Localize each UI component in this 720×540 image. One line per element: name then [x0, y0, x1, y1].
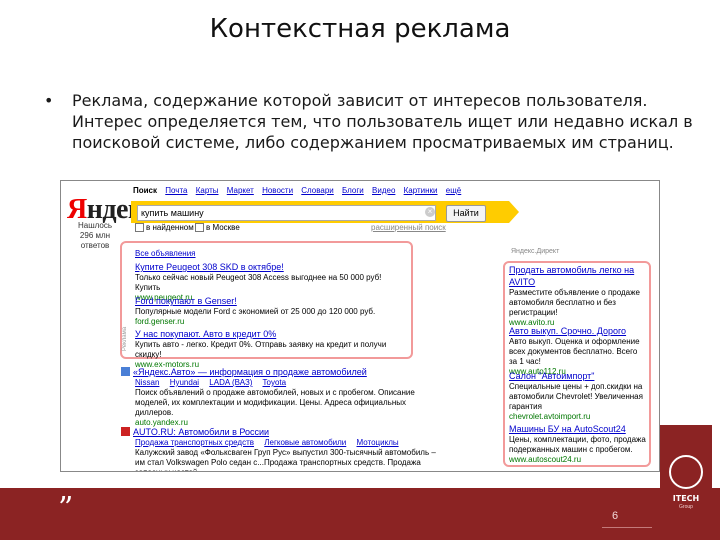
side-ad-title-link[interactable]: Продать автомобиль легко на AVITO — [509, 264, 647, 288]
bullet-text: Реклама, содержание которой зависит от и… — [72, 91, 693, 152]
nav-maps[interactable]: Карты — [196, 186, 219, 195]
ad-title-link[interactable]: У нас покупают. Авто в кредит 0% — [135, 328, 407, 340]
nav-blogs[interactable]: Блоги — [342, 186, 364, 195]
nav-video[interactable]: Видео — [372, 186, 395, 195]
yandex-auto-icon — [121, 367, 130, 376]
sitelink[interactable]: Hyundai — [170, 378, 199, 387]
result-text: Поиск объявлений о продаже автомобилей, … — [135, 388, 415, 417]
sitelink[interactable]: Мотоциклы — [357, 438, 399, 447]
find-button[interactable]: Найти — [446, 205, 486, 222]
search-bar-arrow — [509, 201, 519, 223]
option-in-found[interactable]: в найденном — [135, 223, 194, 233]
ad-url[interactable]: ford.genser.ru — [135, 317, 407, 327]
result-title-link[interactable]: «Яндекс.Авто» — информация о продаже авт… — [121, 366, 439, 378]
ad-result: Ford покупают в Genser! Популярные модел… — [135, 295, 407, 327]
ad-side-label: Реклама — [122, 326, 128, 351]
side-ad-text: Авто выкуп. Оценка и оформление всех док… — [509, 337, 640, 366]
side-ad: Продать автомобиль легко на AVITO Размес… — [509, 264, 647, 328]
sitelink[interactable]: Легковые автомобили — [264, 438, 346, 447]
nav-market[interactable]: Маркет — [227, 186, 254, 195]
brand-subtitle: Group — [679, 504, 693, 510]
result-title-link[interactable]: AUTO.RU: Автомобили в России — [121, 426, 439, 438]
side-ad-text: Цены, комплектации, фото, продажа подерж… — [509, 435, 646, 454]
side-ad-title-link[interactable]: Машины БУ на AutoScout24 — [509, 423, 647, 435]
clear-icon[interactable]: × — [425, 207, 435, 217]
brand-name: ITECH — [672, 494, 700, 503]
nav-dictionaries[interactable]: Словари — [301, 186, 334, 195]
ad-title-link[interactable]: Ford покупают в Genser! — [135, 295, 407, 307]
organic-result: «Яндекс.Авто» — информация о продаже авт… — [121, 366, 439, 428]
all-ads-link[interactable]: Все объявления — [135, 249, 196, 258]
page-number: 6 — [612, 510, 619, 522]
bullet-marker: • — [44, 91, 54, 110]
option-in-moscow[interactable]: в Москве — [195, 223, 240, 233]
yandex-screenshot: Яндекс Нашлось 296 млн ответов Поиск Поч… — [60, 180, 660, 472]
ad-text: Популярные модели Ford с экономией от 25… — [135, 307, 376, 316]
side-ad-url[interactable]: www.autoscout24.ru — [509, 455, 647, 465]
organic-result: AUTO.RU: Автомобили в России Продажа тра… — [121, 426, 439, 471]
auto-ru-icon — [121, 427, 130, 436]
nav-images[interactable]: Картинки — [404, 186, 438, 195]
search-input[interactable]: купить машину — [137, 205, 436, 221]
nav-news[interactable]: Новости — [262, 186, 293, 195]
sitelinks: Nissan Hyundai LADA (ВАЗ) Toyota — [121, 378, 439, 388]
results-count: Нашлось 296 млн ответов — [77, 221, 113, 250]
slide-title: Контекстная реклама — [209, 14, 511, 44]
services-nav: Поиск Почта Карты Маркет Новости Словари… — [133, 186, 467, 195]
bullet-point: • Реклама, содержание которой зависит от… — [44, 90, 694, 153]
ad-text: Только сейчас новый Peugeot 308 Access в… — [135, 273, 382, 292]
side-ad: Машины БУ на AutoScout24 Цены, комплекта… — [509, 423, 647, 465]
sitelink[interactable]: Nissan — [135, 378, 159, 387]
ad-result: У нас покупают. Авто в кредит 0% Купить … — [135, 328, 407, 370]
side-ad-text: Специальные цены + доп.скидки на автомоб… — [509, 382, 643, 411]
advanced-search-link[interactable]: расширенный поиск — [371, 223, 446, 232]
sitelink[interactable]: Продажа транспортных средств — [135, 438, 254, 447]
side-ad-text: Разместите объявление о продаже автомоби… — [509, 288, 640, 317]
nav-more[interactable]: ещё — [446, 186, 461, 195]
side-ad: Салон "Автоимпорт" Специальные цены + до… — [509, 370, 647, 422]
checkbox-icon[interactable] — [135, 223, 144, 233]
sitelinks: Продажа транспортных средств Легковые ав… — [121, 438, 439, 448]
result-text: Калужский завод «Фольксваген Груп Рус» в… — [135, 448, 436, 471]
sitelink[interactable]: Toyota — [263, 378, 287, 387]
quote-icon: ” — [58, 491, 74, 526]
ad-title-link[interactable]: Купите Peugeot 308 SKD в октябре! — [135, 261, 407, 273]
side-ad-title-link[interactable]: Салон "Автоимпорт" — [509, 370, 647, 382]
side-ad-url[interactable]: chevrolet.avtoimport.ru — [509, 412, 647, 422]
sitelink[interactable]: LADA (ВАЗ) — [209, 378, 252, 387]
nav-search[interactable]: Поиск — [133, 186, 157, 195]
page-number-rule — [602, 527, 652, 528]
ad-text: Купить авто - легко. Кредит 0%. Отправь … — [135, 340, 387, 359]
nav-mail[interactable]: Почта — [165, 186, 187, 195]
checkbox-icon[interactable] — [195, 223, 204, 233]
yandex-direct-label[interactable]: Яндекс.Директ — [511, 248, 559, 255]
side-ad-title-link[interactable]: Авто выкуп. Срочно. Дорого — [509, 325, 647, 337]
brand-emblem-icon — [669, 455, 703, 489]
